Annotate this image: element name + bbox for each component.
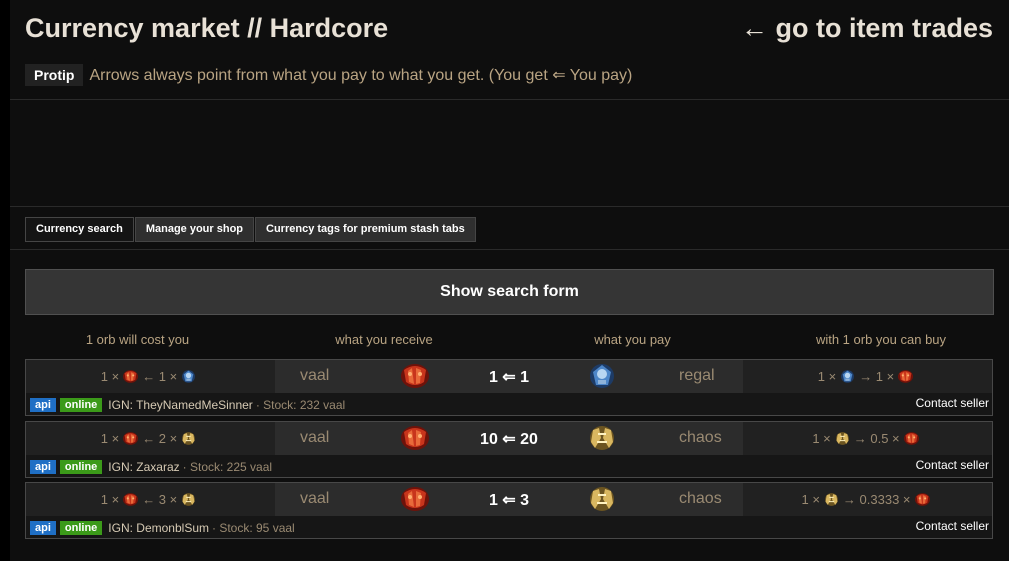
buy-rate: → 0.5 ×: [853, 431, 900, 446]
tab-currency-search[interactable]: Currency search: [25, 217, 134, 242]
offer-row: 1 × ← 1 × vaal 1 ⇐ 1 regal 1 × → 1 × api: [25, 359, 993, 416]
orb-buy-cell: 1 × → 1 ×: [743, 360, 992, 393]
receive-currency: vaal: [300, 367, 330, 384]
seller-ign: IGN: TheyNamedMeSinner: [108, 397, 253, 412]
cost-rate: ← 1 ×: [142, 369, 178, 384]
orb-buy-cell: 1 × → 0.5 ×: [743, 422, 992, 455]
cost-rate: ← 2 ×: [142, 431, 178, 446]
buy-rate: → 1 ×: [859, 369, 895, 384]
vaal-orb-icon: [400, 424, 430, 452]
show-search-form-button[interactable]: Show search form: [25, 269, 994, 315]
vaal-orb-icon: [122, 431, 139, 446]
api-badge: api: [30, 459, 56, 474]
cost-quantity: 1 ×: [100, 492, 120, 507]
regal-orb-icon: [839, 369, 856, 384]
exchange-ratio: 1 ⇐ 3: [488, 492, 530, 509]
online-badge: online: [59, 459, 103, 474]
vaal-orb-icon: [897, 369, 914, 384]
chaos-orb-icon: [180, 492, 197, 507]
seller-info: api online IGN: DemonblSum · Stock: 95 v…: [26, 517, 992, 538]
regal-orb-icon: [587, 362, 617, 390]
exchange-ratio: 1 ⇐ 1: [488, 369, 530, 386]
buy-quantity: 1 ×: [812, 431, 831, 446]
chaos-orb-icon: [180, 431, 197, 446]
stock-info: · Stock: 225 vaal: [182, 459, 273, 474]
stock-info: · Stock: 95 vaal: [212, 520, 295, 535]
orb-buy-cell: 1 × → 0.3333 ×: [743, 483, 992, 516]
column-header-cost: 1 orb will cost you: [85, 332, 190, 347]
online-badge: online: [59, 397, 103, 412]
column-header-receive: what you receive: [335, 332, 433, 347]
exchange-cell: vaal 1 ⇐ 3 chaos: [275, 483, 743, 516]
buy-quantity: 1 ×: [801, 492, 820, 507]
vaal-orb-icon: [122, 492, 139, 507]
protip: Protip Arrows always point from what you…: [25, 64, 632, 86]
goto-item-trades-link[interactable]: ← go to item trades: [741, 13, 993, 44]
tab-bar: Currency search Manage your shop Currenc…: [25, 217, 477, 242]
chaos-orb-icon: [823, 492, 840, 507]
stock-info: · Stock: 232 vaal: [255, 397, 346, 412]
cost-rate: ← 3 ×: [142, 492, 178, 507]
api-badge: api: [30, 520, 56, 535]
online-badge: online: [59, 520, 103, 535]
buy-rate: → 0.3333 ×: [842, 492, 911, 507]
pay-currency: chaos: [679, 490, 722, 507]
seller-ign: IGN: Zaxaraz: [108, 459, 180, 474]
contact-seller-link[interactable]: Contact seller: [916, 519, 989, 533]
seller-ign: IGN: DemonblSum: [108, 520, 209, 535]
vaal-orb-icon: [903, 431, 920, 446]
contact-seller-link[interactable]: Contact seller: [916, 396, 989, 410]
regal-orb-icon: [180, 369, 197, 384]
chaos-orb-icon: [587, 485, 617, 513]
orb-cost-cell: 1 × ← 2 ×: [26, 422, 275, 455]
receive-currency: vaal: [300, 429, 330, 446]
vaal-orb-icon: [122, 369, 139, 384]
offer-row: 1 × ← 2 × vaal 10 ⇐ 20 chaos 1 × → 0.5 ×…: [25, 421, 993, 478]
vaal-orb-icon: [914, 492, 931, 507]
vaal-orb-icon: [400, 485, 430, 513]
tab-currency-tags[interactable]: Currency tags for premium stash tabs: [255, 217, 476, 242]
receive-currency: vaal: [300, 490, 330, 507]
api-badge: api: [30, 397, 56, 412]
exchange-cell: vaal 1 ⇐ 1 regal: [275, 360, 743, 393]
column-header-pay: what you pay: [594, 332, 671, 347]
divider: [10, 249, 1009, 250]
seller-info: api online IGN: Zaxaraz · Stock: 225 vaa…: [26, 456, 992, 477]
page-title: Currency market // Hardcore: [25, 13, 389, 43]
orb-cost-cell: 1 × ← 1 ×: [26, 360, 275, 393]
column-header-buy: with 1 orb you can buy: [815, 332, 947, 347]
exchange-cell: vaal 10 ⇐ 20 chaos: [275, 422, 743, 455]
buy-quantity: 1 ×: [817, 369, 837, 384]
chaos-orb-icon: [834, 431, 851, 446]
cost-quantity: 1 ×: [100, 431, 120, 446]
pay-currency: regal: [679, 367, 715, 384]
divider: [10, 206, 1009, 207]
exchange-ratio: 10 ⇐ 20: [480, 431, 538, 448]
contact-seller-link[interactable]: Contact seller: [916, 458, 989, 472]
orb-cost-cell: 1 × ← 3 ×: [26, 483, 275, 516]
seller-info: api online IGN: TheyNamedMeSinner · Stoc…: [26, 394, 992, 415]
tab-manage-shop[interactable]: Manage your shop: [134, 217, 255, 242]
protip-text: Arrows always point from what you pay to…: [89, 67, 633, 84]
cost-quantity: 1 ×: [100, 369, 120, 384]
chaos-orb-icon: [587, 424, 617, 452]
pay-currency: chaos: [679, 429, 722, 446]
page: Currency market // Hardcore ← go to item…: [10, 0, 1009, 561]
offer-row: 1 × ← 3 × vaal 1 ⇐ 3 chaos 1 × → 0.3333 …: [25, 482, 993, 539]
divider: [10, 99, 1009, 100]
vaal-orb-icon: [400, 362, 430, 390]
protip-label: Protip: [25, 64, 84, 86]
